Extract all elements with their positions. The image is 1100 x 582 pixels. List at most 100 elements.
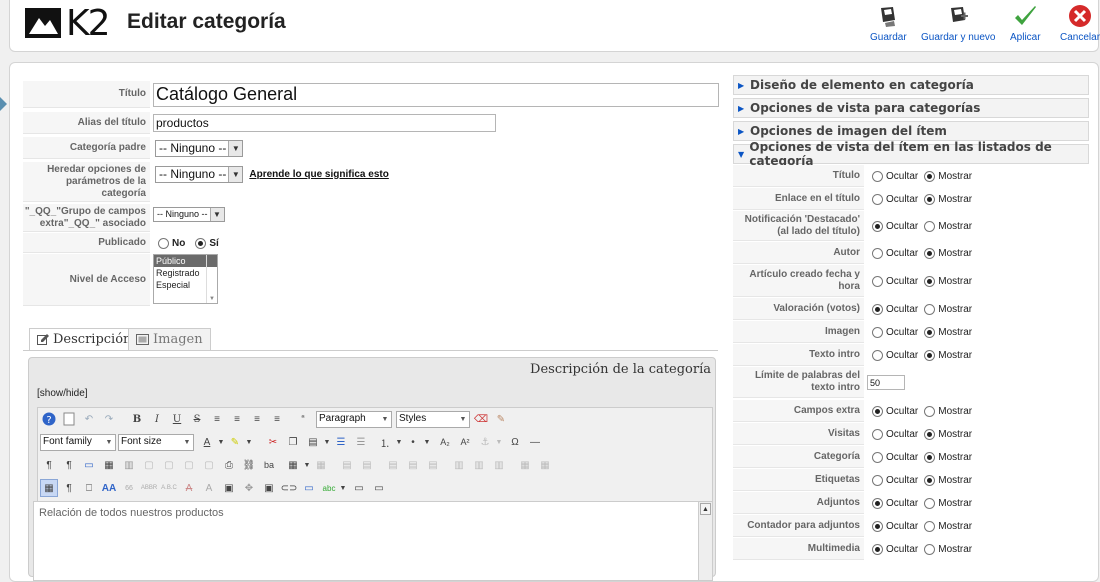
show-radio[interactable] bbox=[924, 543, 936, 555]
inherit-select[interactable]: -- Ninguno -- ▼ bbox=[155, 165, 244, 183]
link-icon[interactable]: ⊂⊃ bbox=[280, 479, 298, 497]
blockquote-icon[interactable]: “ bbox=[294, 410, 312, 428]
hide-radio[interactable] bbox=[872, 474, 883, 486]
collapse-arrow-icon[interactable] bbox=[0, 97, 7, 111]
bold-icon[interactable]: B bbox=[128, 410, 146, 428]
show-radio[interactable] bbox=[924, 451, 936, 463]
col-after-icon[interactable]: ▥ bbox=[470, 456, 488, 474]
font-size-select[interactable]: Font size ▼ bbox=[118, 434, 194, 451]
hide-radio[interactable] bbox=[872, 193, 883, 205]
absolute-position-icon[interactable]: ▢ bbox=[200, 456, 218, 474]
hide-radio[interactable] bbox=[872, 451, 883, 463]
new-document-icon[interactable] bbox=[60, 410, 78, 428]
insert-layer-icon[interactable]: ▢ bbox=[140, 456, 158, 474]
undo-icon[interactable]: ↶ bbox=[80, 410, 98, 428]
hide-radio[interactable] bbox=[872, 247, 883, 259]
copy-icon[interactable]: ❐ bbox=[284, 433, 302, 451]
insert-anchor-icon[interactable]: ✥ bbox=[240, 479, 258, 497]
show-radio[interactable] bbox=[924, 220, 936, 232]
save-and-new-button[interactable]: Guardar y nuevo bbox=[921, 4, 996, 43]
title-input[interactable]: Catálogo General bbox=[153, 82, 719, 107]
hide-radio[interactable] bbox=[872, 543, 883, 555]
intro-limit-input[interactable]: 50 bbox=[867, 375, 905, 390]
show-radio[interactable] bbox=[924, 326, 936, 338]
show-radio[interactable] bbox=[924, 349, 936, 361]
hide-radio[interactable] bbox=[872, 326, 883, 338]
show-radio[interactable] bbox=[924, 303, 936, 315]
hide-radio[interactable] bbox=[872, 405, 883, 417]
eraser-icon[interactable]: ⌫ bbox=[472, 410, 490, 428]
clean-brush-icon[interactable]: ✎ bbox=[492, 410, 510, 428]
hide-radio[interactable] bbox=[872, 497, 883, 509]
deletion-icon[interactable]: A bbox=[180, 479, 198, 497]
cancel-button[interactable]: Cancelar bbox=[1060, 4, 1100, 43]
special-character-icon[interactable]: Ω bbox=[506, 433, 524, 451]
extra-group-select[interactable]: -- Ninguno -- ▼ bbox=[153, 206, 225, 222]
align-right-icon[interactable]: ≡ bbox=[268, 410, 286, 428]
hide-radio[interactable] bbox=[872, 303, 883, 315]
row-before-icon[interactable]: ▤ bbox=[384, 456, 402, 474]
section-item-layout[interactable]: ▶ Diseño de elemento en categoría bbox=[733, 75, 1089, 95]
indent-icon[interactable]: ☰ bbox=[332, 433, 350, 451]
template-icon[interactable]: ▥ bbox=[120, 456, 138, 474]
access-listbox[interactable]: Público Registrado Especial ▼ bbox=[153, 254, 218, 304]
access-scrollbar[interactable]: ▼ bbox=[206, 255, 217, 303]
align-center-icon[interactable]: ≡ bbox=[228, 410, 246, 428]
hide-radio[interactable] bbox=[872, 349, 883, 361]
show-radio[interactable] bbox=[924, 428, 936, 440]
delete-col-icon[interactable]: ▥ bbox=[490, 456, 508, 474]
section-item-list-view[interactable]: ▼ Opciones de vista del ítem en las list… bbox=[733, 140, 1089, 168]
abbr-icon[interactable]: ABBR bbox=[140, 479, 158, 497]
hide-radio[interactable] bbox=[872, 520, 883, 532]
styles-select[interactable]: Styles ▼ bbox=[396, 411, 470, 428]
show-blocks-icon[interactable]: ¶ bbox=[60, 479, 78, 497]
section-category-view[interactable]: ▶ Opciones de vista para categorías bbox=[733, 98, 1089, 118]
align-justify-icon[interactable]: ≡ bbox=[208, 410, 226, 428]
ltr-direction-icon[interactable]: ¶ bbox=[40, 456, 58, 474]
replace-icon[interactable]: ba bbox=[260, 456, 278, 474]
paragraph-select[interactable]: Paragraph ▼ bbox=[316, 411, 392, 428]
section-item-image[interactable]: ▶ Opciones de imagen del ítem bbox=[733, 121, 1089, 141]
save-button[interactable]: Guardar bbox=[870, 4, 907, 43]
delete-table-icon[interactable]: ▦ bbox=[312, 456, 330, 474]
row-props-icon[interactable]: ▤ bbox=[338, 456, 356, 474]
print-icon[interactable]: ⎙ bbox=[220, 456, 238, 474]
preview-icon[interactable]: ▦ bbox=[100, 456, 118, 474]
show-radio[interactable] bbox=[924, 405, 936, 417]
acronym-icon[interactable]: A.B.C bbox=[160, 479, 178, 497]
show-radio[interactable] bbox=[924, 520, 936, 532]
visual-aid-icon[interactable]: ▦ bbox=[40, 479, 58, 497]
help-icon[interactable]: ? bbox=[40, 410, 58, 428]
cite-icon[interactable]: 66 bbox=[120, 479, 138, 497]
image-insert-icon[interactable]: ▣ bbox=[260, 479, 278, 497]
hide-radio[interactable] bbox=[872, 275, 883, 287]
hide-radio[interactable] bbox=[872, 170, 883, 182]
row-after-icon[interactable]: ▤ bbox=[404, 456, 422, 474]
style-props-icon[interactable]: AA bbox=[100, 479, 118, 497]
page-break-icon[interactable]: ▭ bbox=[350, 479, 368, 497]
scroll-up-icon[interactable]: ▲ bbox=[700, 503, 711, 515]
show-radio[interactable] bbox=[924, 193, 936, 205]
read-more-icon[interactable]: ▭ bbox=[370, 479, 388, 497]
split-cells-icon[interactable]: ▦ bbox=[516, 456, 534, 474]
delete-row-icon[interactable]: ▤ bbox=[424, 456, 442, 474]
show-radio[interactable] bbox=[924, 247, 936, 259]
hide-radio[interactable] bbox=[872, 220, 883, 232]
show-radio[interactable] bbox=[924, 474, 936, 486]
tab-description[interactable]: Descripción bbox=[29, 328, 140, 350]
insertion-icon[interactable]: A bbox=[200, 479, 218, 497]
apply-button[interactable]: Aplicar bbox=[1010, 4, 1041, 43]
horizontal-rule-icon[interactable]: — bbox=[526, 433, 544, 451]
media-icon[interactable]: ▭ bbox=[300, 479, 318, 497]
show-radio[interactable] bbox=[924, 497, 936, 509]
show-radio[interactable] bbox=[924, 275, 936, 287]
inherit-help-link[interactable]: Aprende lo que significa esto bbox=[249, 169, 388, 180]
tab-image[interactable]: Imagen bbox=[128, 328, 211, 350]
nonbreaking-icon[interactable]: ⎕ bbox=[80, 479, 98, 497]
published-no-radio[interactable] bbox=[158, 237, 169, 249]
attributes-icon[interactable]: ▣ bbox=[220, 479, 238, 497]
subscript-icon[interactable]: A₂ bbox=[436, 433, 454, 451]
show-radio[interactable] bbox=[924, 170, 936, 182]
underline-icon[interactable]: U bbox=[168, 410, 186, 428]
merge-cells-icon[interactable]: ▦ bbox=[536, 456, 554, 474]
